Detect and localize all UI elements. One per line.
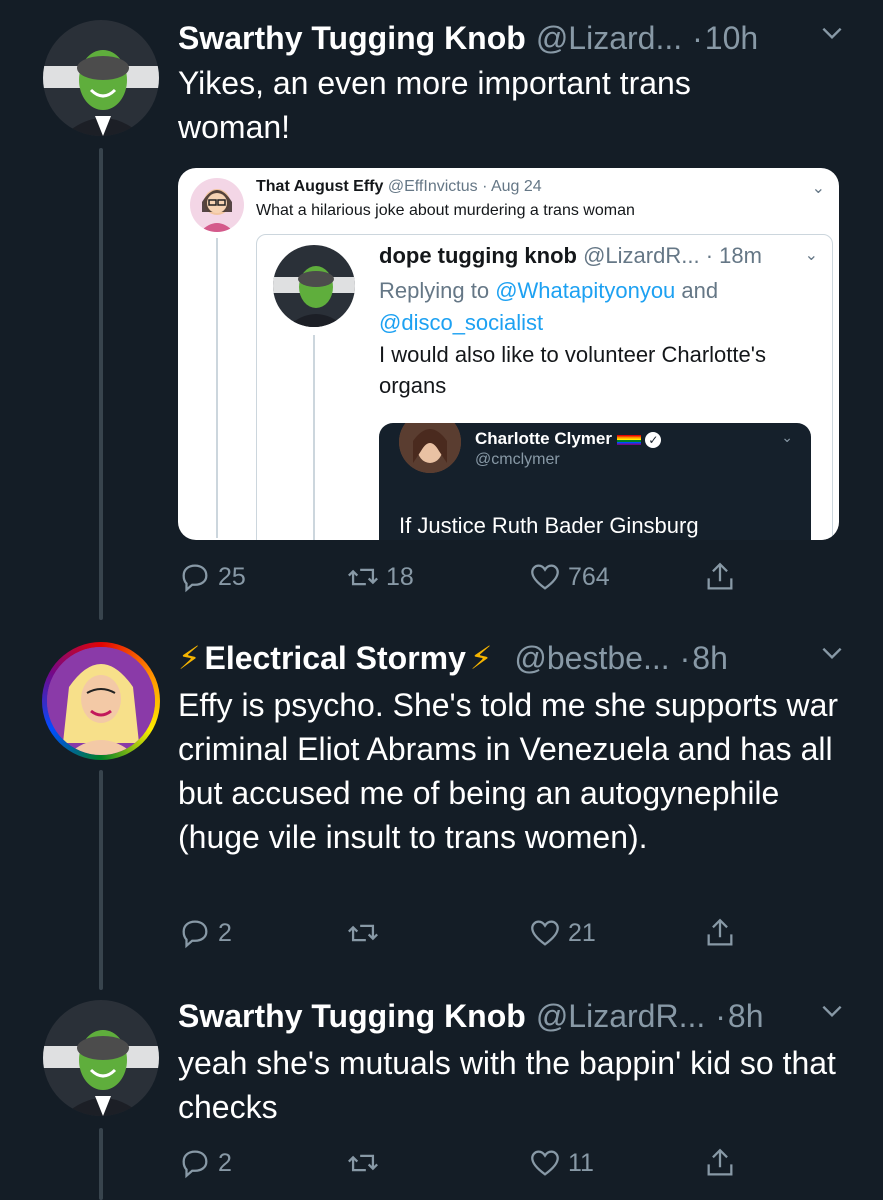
embedded-tweet: dope tugging knob @LizardR... · 18m ⌄ Re… xyxy=(256,234,833,540)
tweet-actions: 2 21 xyxy=(178,916,758,956)
reply-count: 2 xyxy=(218,918,232,947)
like-button[interactable]: 764 xyxy=(528,560,610,594)
like-icon xyxy=(531,564,559,590)
user-handle[interactable]: @LizardR... xyxy=(536,998,705,1035)
avatar xyxy=(399,423,461,473)
tweet-actions: 25 18 764 xyxy=(178,560,758,600)
embed-header: That August Effy @EffInvictus · Aug 24 xyxy=(256,178,542,196)
tweet-text: Yikes, an even more important trans woma… xyxy=(178,65,691,145)
avatar-image xyxy=(43,20,159,136)
attached-screenshot[interactable]: That August Effy @EffInvictus · Aug 24 ⌄… xyxy=(178,168,839,540)
thread-line xyxy=(99,148,103,620)
share-icon xyxy=(707,562,733,590)
retweet-count: 18 xyxy=(386,562,414,591)
reply-count: 2 xyxy=(218,1148,232,1177)
display-name[interactable]: Swarthy Tugging Knob xyxy=(178,20,526,57)
embed-handle: @EffInvictus · Aug 24 xyxy=(387,178,542,195)
tweet-2[interactable]: ⚡ Electrical Stormy ⚡ @bestbe... · 8h Ef… xyxy=(0,620,883,990)
tweet-3[interactable]: Swarthy Tugging Knob @LizardR... · 8h ye… xyxy=(0,980,883,1200)
embedded-display-name: dope tugging knob xyxy=(379,243,577,268)
separator-dot: · xyxy=(715,997,726,1034)
separator-dot: · xyxy=(679,639,691,676)
retweet-icon xyxy=(348,1154,378,1172)
tweet-header: ⚡ Electrical Stormy ⚡ @bestbe... · 8h xyxy=(178,636,833,680)
avatar xyxy=(190,178,244,232)
embedded-text: I would also like to volunteer Charlotte… xyxy=(379,342,766,398)
reply-icon xyxy=(182,920,208,949)
replying-to-label: Replying to xyxy=(379,278,490,303)
reply-mention: @Whatapityonyou xyxy=(495,278,676,303)
like-icon xyxy=(531,920,559,946)
replying-to: Replying to @Whatapityonyou and @disco_s… xyxy=(379,275,819,339)
thread-line xyxy=(99,1128,103,1200)
retweet-icon xyxy=(348,568,378,586)
embed-display-name: That August Effy xyxy=(256,178,384,195)
reply-icon xyxy=(182,564,208,593)
tweet-header: Swarthy Tugging Knob @Lizard... · 10h xyxy=(178,16,833,60)
embedded-time: · 18m xyxy=(705,243,762,268)
embed-text: What a hilarious joke about murdering a … xyxy=(256,202,635,219)
timestamp[interactable]: 8h xyxy=(692,640,728,677)
share-icon xyxy=(707,1148,733,1176)
timestamp[interactable]: 8h xyxy=(728,998,764,1035)
retweet-button[interactable] xyxy=(346,1146,386,1180)
display-name[interactable]: Swarthy Tugging Knob xyxy=(178,998,526,1035)
thread-line xyxy=(216,238,218,538)
avatar[interactable] xyxy=(43,20,159,136)
bolt-icon: ⚡ xyxy=(178,640,201,676)
like-count: 764 xyxy=(568,562,610,591)
bolt-icon: ⚡ xyxy=(469,640,493,676)
retweet-icon xyxy=(348,924,378,942)
reply-count: 25 xyxy=(218,562,246,591)
avatar-image xyxy=(43,1000,159,1116)
tweet-actions: 2 11 xyxy=(178,1146,758,1186)
tweet-header: Swarthy Tugging Knob @LizardR... · 8h xyxy=(178,994,833,1038)
share-button[interactable] xyxy=(703,560,737,594)
embedded-handle: @LizardR... xyxy=(583,243,700,268)
timestamp[interactable]: 10h xyxy=(705,20,758,57)
chevron-down-icon[interactable] xyxy=(819,640,845,673)
thread-line xyxy=(313,335,315,540)
share-icon xyxy=(707,918,733,946)
avatar xyxy=(273,245,355,327)
reply-button[interactable]: 25 xyxy=(178,560,246,594)
quoted-tweet: Charlotte Clymer ✓ @cmclymer ⌄ If Justic… xyxy=(379,423,811,540)
chevron-down-icon[interactable] xyxy=(819,20,845,53)
like-count: 11 xyxy=(568,1148,594,1177)
display-name[interactable]: Electrical Stormy xyxy=(204,640,465,677)
separator-dot: · xyxy=(692,19,703,56)
tweet-text: Effy is psycho. She's told me she suppor… xyxy=(178,687,839,855)
quoted-handle: @cmclymer xyxy=(475,451,560,468)
like-button[interactable]: 11 xyxy=(528,1146,594,1180)
tweet-text: yeah she's mutuals with the bappin' kid … xyxy=(178,1045,836,1125)
reply-button[interactable]: 2 xyxy=(178,916,232,950)
chevron-down-icon: ⌄ xyxy=(804,247,818,264)
reply-button[interactable]: 2 xyxy=(178,1146,232,1180)
reply-icon xyxy=(182,1150,208,1179)
retweet-button[interactable] xyxy=(346,916,386,950)
user-handle[interactable]: @Lizard... xyxy=(536,20,682,57)
retweet-button[interactable]: 18 xyxy=(346,560,414,594)
like-button[interactable]: 21 xyxy=(528,916,596,950)
pride-flag-icon xyxy=(616,434,641,445)
like-count: 21 xyxy=(568,918,596,947)
avatar[interactable] xyxy=(43,1000,159,1116)
share-button[interactable] xyxy=(703,916,737,950)
share-button[interactable] xyxy=(703,1146,737,1180)
chevron-down-icon: ⌄ xyxy=(781,429,793,445)
embedded-header: dope tugging knob @LizardR... · 18m xyxy=(379,243,762,269)
chevron-down-icon[interactable] xyxy=(819,998,845,1031)
quoted-text: If Justice Ruth Bader Ginsburg xyxy=(399,513,699,538)
user-handle[interactable]: @bestbe... xyxy=(514,640,669,677)
reply-mention: @disco_socialist xyxy=(379,310,544,335)
thread-line xyxy=(99,770,103,990)
like-icon xyxy=(531,1150,559,1176)
quoted-display-name: Charlotte Clymer ✓ xyxy=(475,429,662,449)
avatar[interactable] xyxy=(42,642,160,760)
tweet-1[interactable]: Swarthy Tugging Knob @Lizard... · 10h Yi… xyxy=(0,0,883,620)
verified-icon: ✓ xyxy=(645,431,662,448)
avatar-image xyxy=(47,647,155,755)
reply-and: and xyxy=(681,278,719,303)
chevron-down-icon: ⌄ xyxy=(811,180,825,197)
